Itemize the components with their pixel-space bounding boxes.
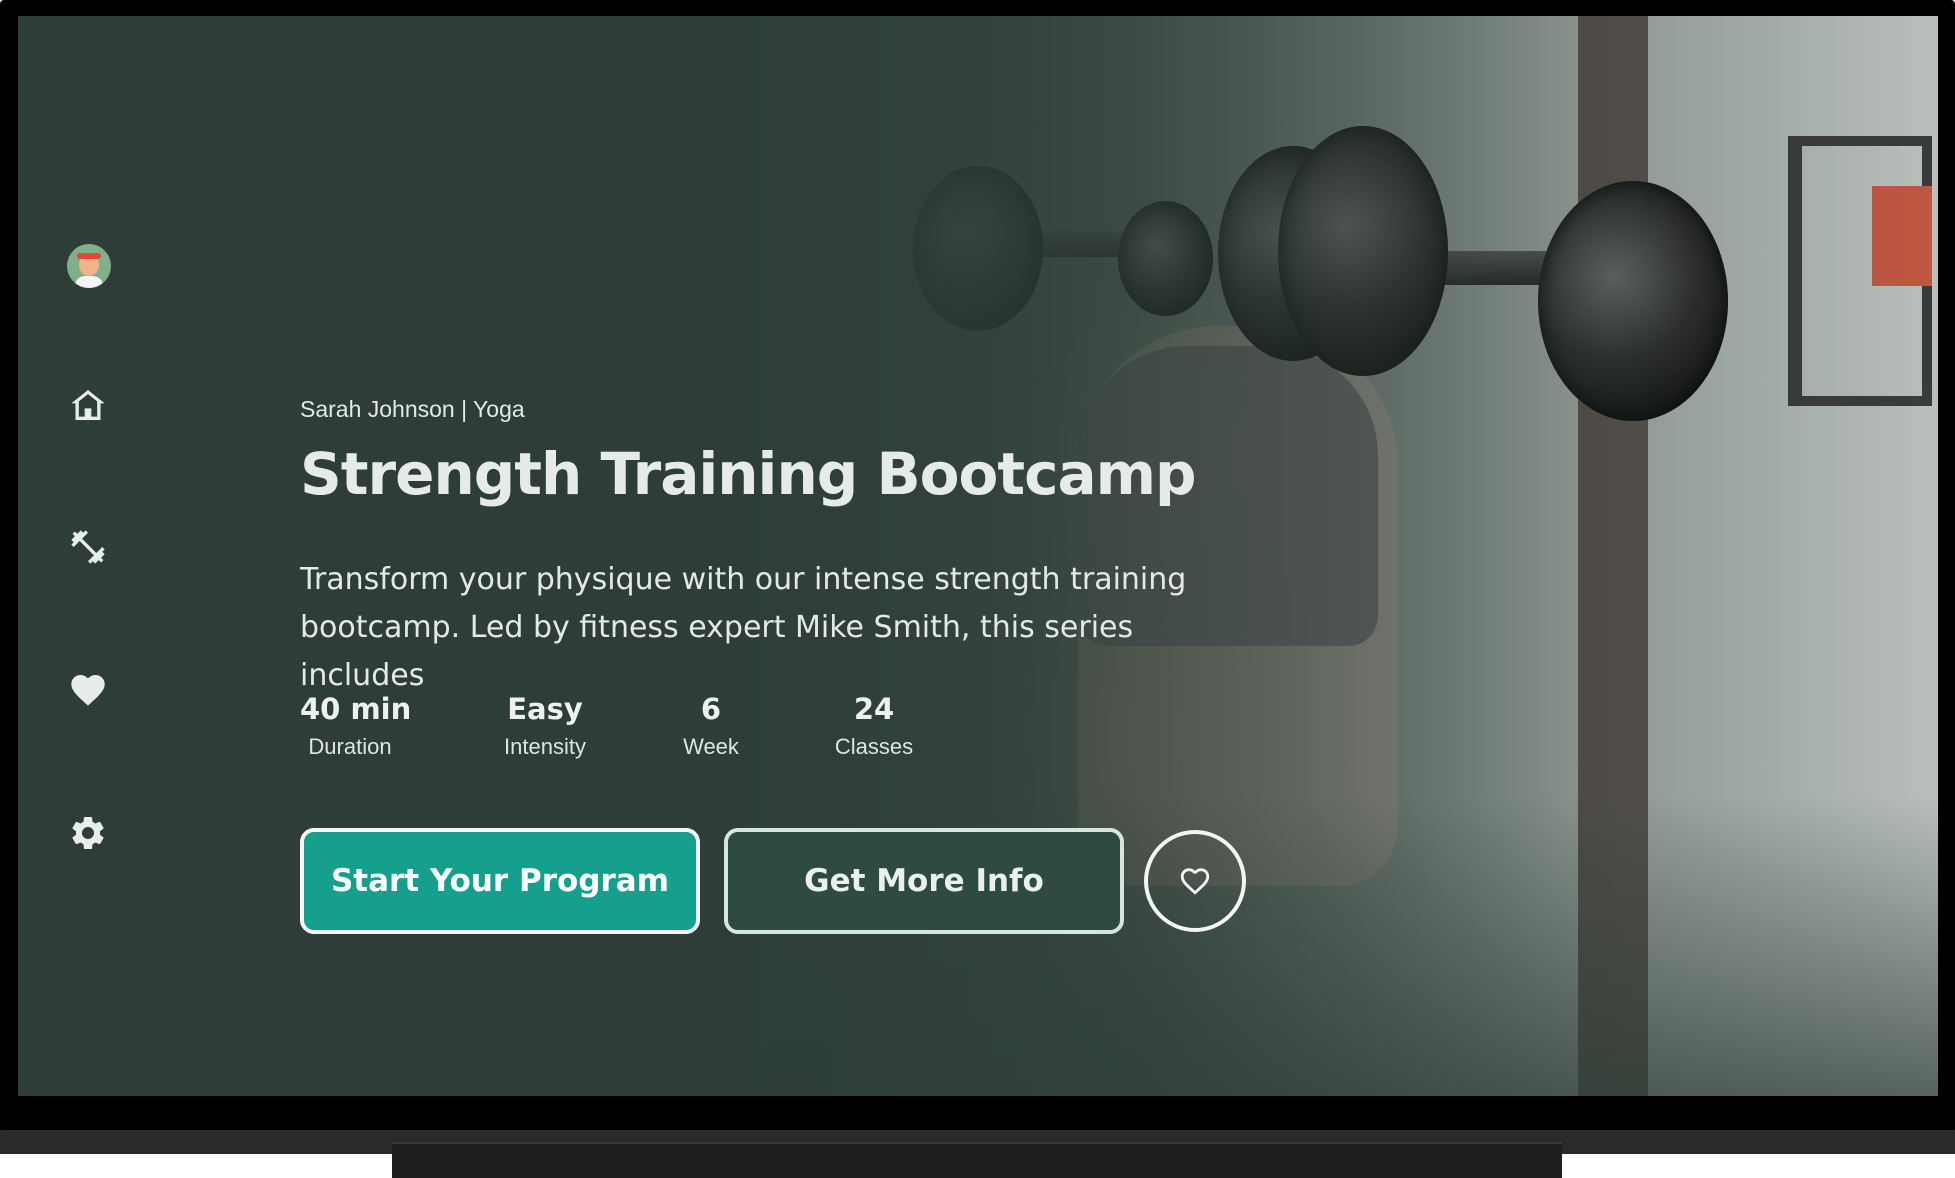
stat-label: Classes [834, 734, 914, 759]
start-program-button[interactable]: Start Your Program [300, 828, 700, 934]
get-more-info-button[interactable]: Get More Info [724, 828, 1124, 934]
stat-value: 40 min [300, 692, 412, 726]
stat-value: 6 [700, 692, 722, 726]
sidebar-item-workouts[interactable] [66, 525, 110, 569]
sidebar-item-settings[interactable] [66, 811, 110, 855]
heart-icon [71, 675, 105, 706]
tv-stand [392, 1142, 1562, 1178]
stat-value: Easy [507, 692, 583, 726]
stat-weeks: 6 Week [676, 692, 746, 760]
stat-label: Week [683, 734, 739, 759]
tv-screen: Sarah Johnson | Yoga Strength Training B… [18, 16, 1938, 1096]
program-title: Strength Training Bootcamp [300, 440, 1197, 508]
stat-value: 24 [853, 692, 895, 726]
program-hero: Sarah Johnson | Yoga Strength Training B… [300, 16, 1400, 1096]
dumbbell-icon [71, 530, 105, 564]
sidebar-nav [18, 16, 158, 1096]
stat-duration: 40 min Duration [300, 692, 412, 760]
get-more-info-label: Get More Info [804, 863, 1044, 899]
sidebar-item-home[interactable] [66, 383, 110, 427]
favorite-button[interactable] [1144, 830, 1246, 932]
gear-icon [72, 817, 104, 849]
stat-label: Duration [308, 734, 392, 759]
program-byline: Sarah Johnson | Yoga [300, 396, 525, 422]
home-icon [71, 390, 105, 420]
stat-intensity: Easy Intensity [490, 692, 600, 760]
stat-label: Intensity [504, 734, 586, 759]
program-description: Transform your physique with our intense… [300, 562, 1187, 693]
avatar-shirt [75, 276, 103, 288]
sidebar-item-favorites[interactable] [66, 668, 110, 712]
stat-classes: 24 Classes [822, 692, 926, 760]
avatar-headband [77, 253, 101, 259]
heart-outline-icon [1180, 868, 1210, 895]
start-program-label: Start Your Program [330, 863, 670, 899]
avatar[interactable] [67, 244, 111, 288]
